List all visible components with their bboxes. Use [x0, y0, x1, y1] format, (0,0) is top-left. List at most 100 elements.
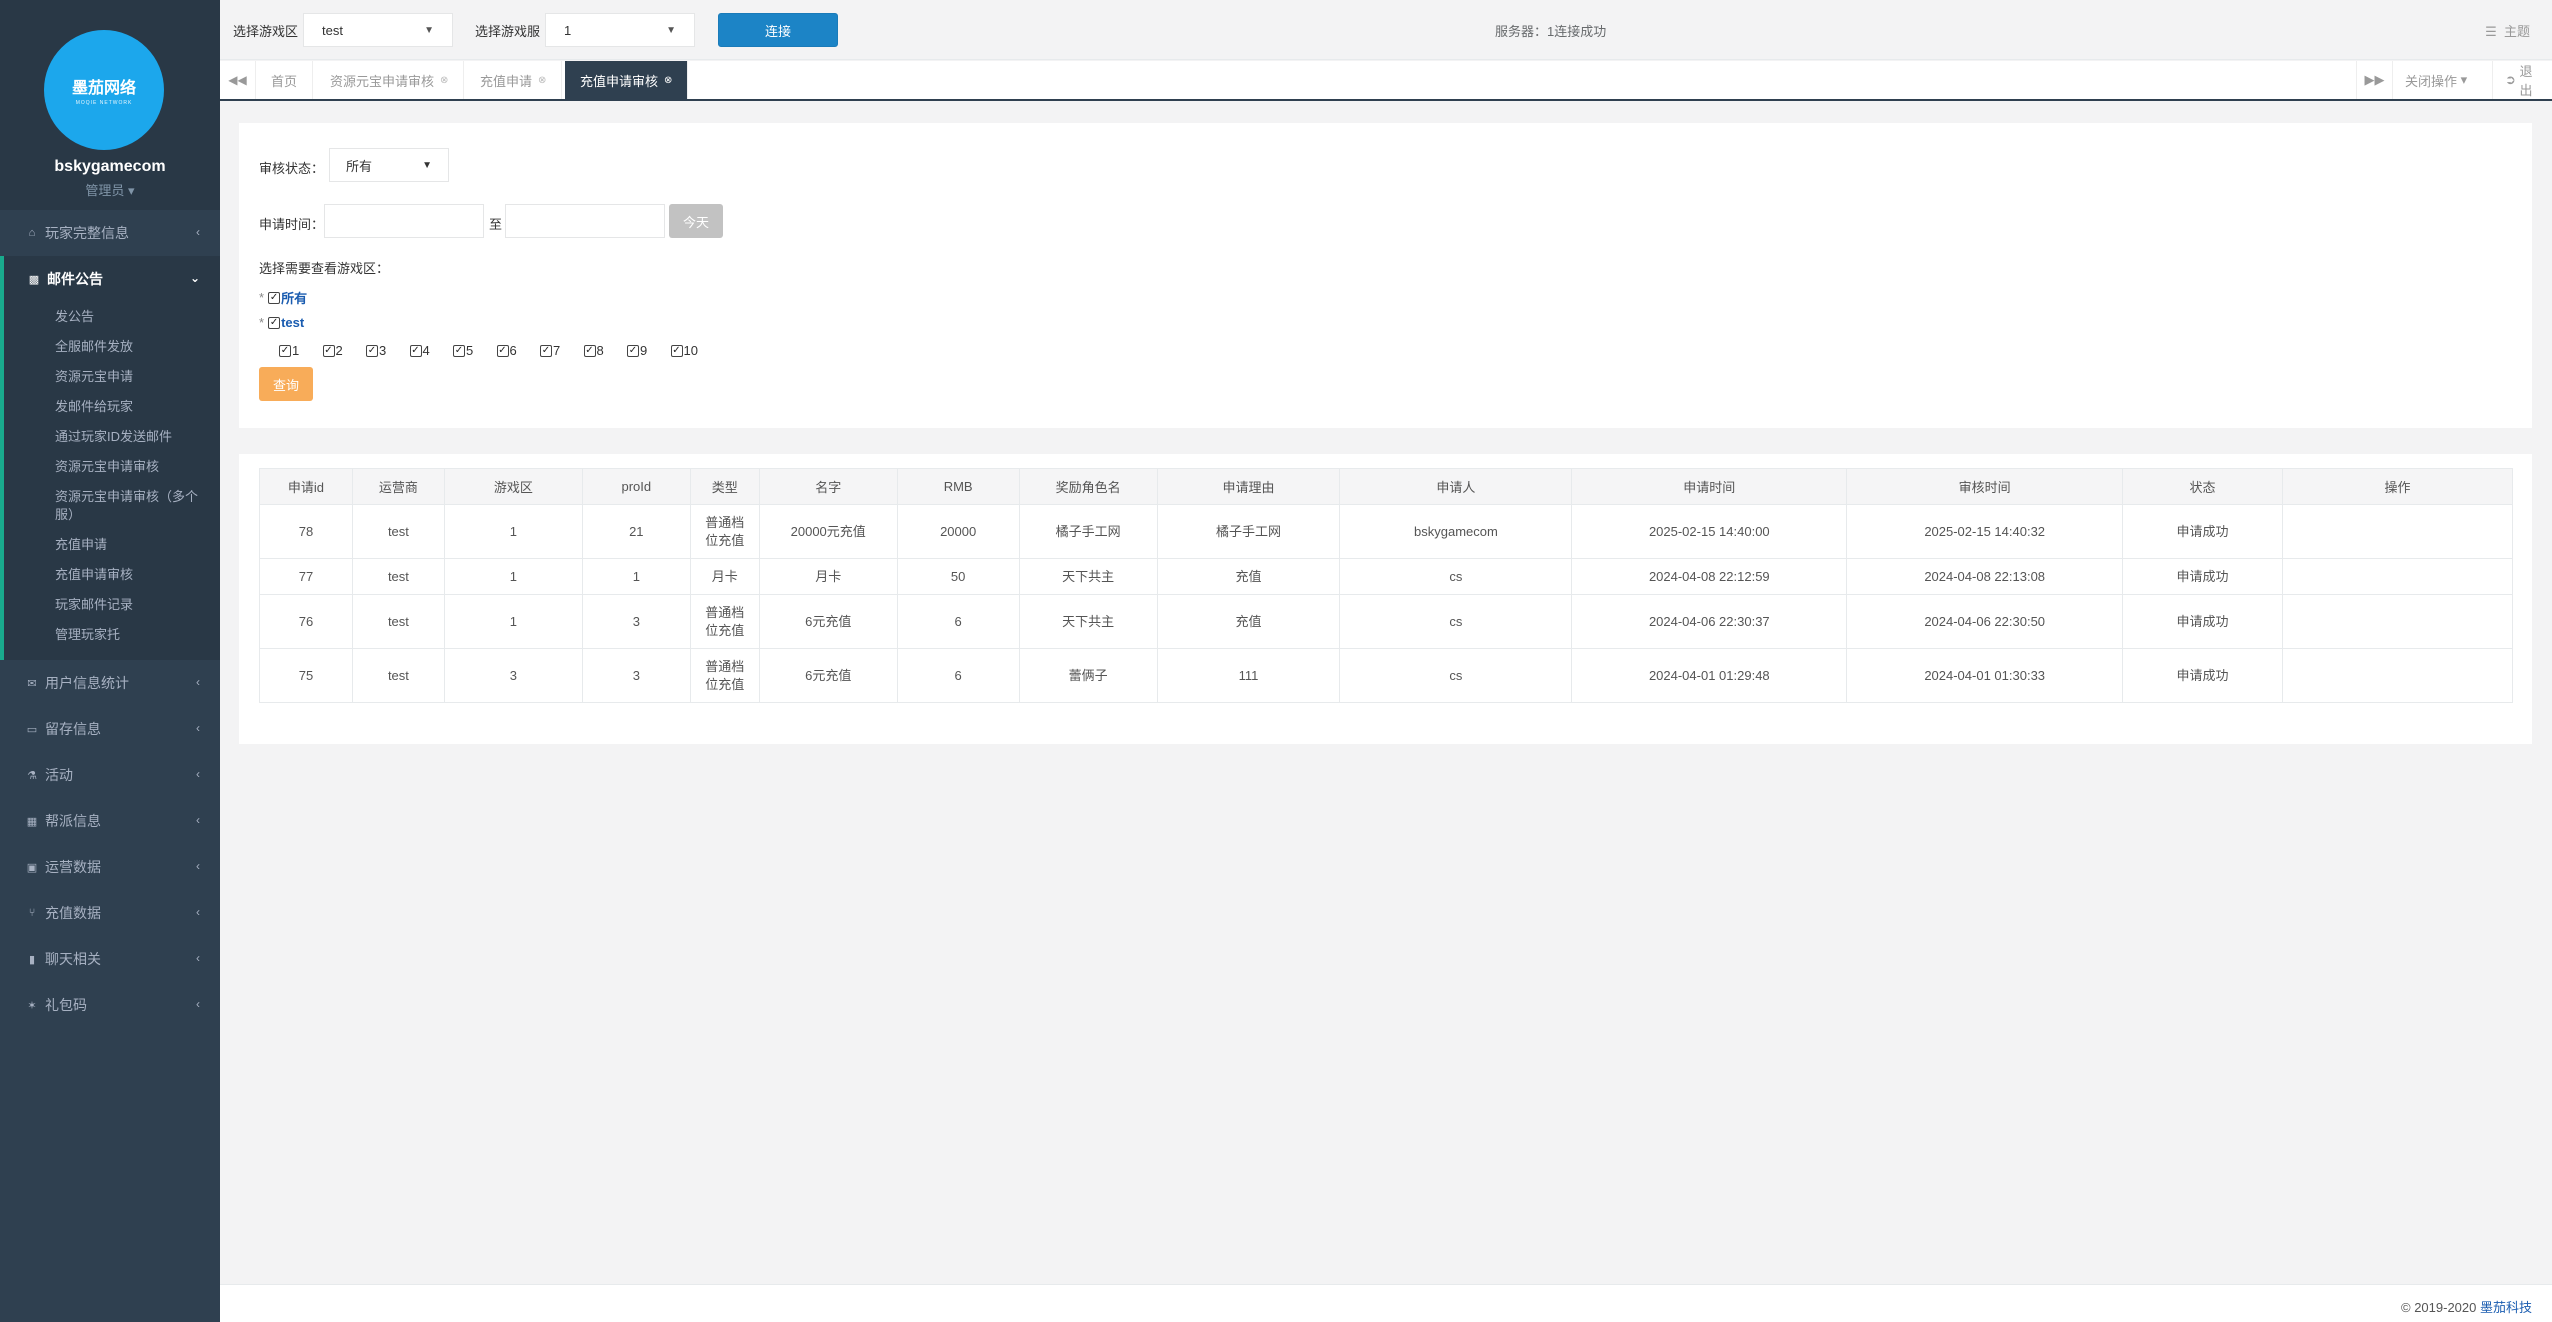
- tab-label: 首页: [271, 73, 298, 89]
- submenu-item[interactable]: 资源元宝申请: [4, 362, 220, 392]
- all-zones-checkbox[interactable]: ✓: [268, 291, 281, 304]
- server-checkbox[interactable]: ✓: [366, 344, 378, 357]
- nav-item[interactable]: ✶ 礼包码 ‹: [0, 982, 220, 1028]
- nav-item[interactable]: ⌂ 玩家完整信息 ‹: [0, 210, 220, 256]
- table-cell: 2025-02-15 14:40:00: [1571, 504, 1848, 559]
- tab-home[interactable]: 首页: [256, 61, 314, 99]
- tab-recharge-audit[interactable]: 充值申请审核 ⊗: [565, 61, 689, 99]
- server-checkbox[interactable]: ✓: [670, 344, 683, 357]
- nav-item-mail-notice[interactable]: ▩ 邮件公告 ⌄: [4, 256, 220, 302]
- nav-item[interactable]: ▮ 聊天相关 ‹: [0, 936, 220, 982]
- table-cell: 申请成功: [2122, 504, 2284, 559]
- status-select[interactable]: 所有 ▼: [329, 148, 449, 182]
- table-cell: 75: [259, 648, 353, 703]
- time-label: 申请时间：: [259, 217, 325, 232]
- table-cell: 2025-02-15 14:40:32: [1846, 504, 2124, 559]
- submenu-item[interactable]: 发邮件给玩家: [4, 392, 220, 422]
- close-icon[interactable]: ⊗: [440, 75, 448, 86]
- submenu-item[interactable]: 通过玩家ID发送邮件: [4, 422, 220, 452]
- query-button[interactable]: 查询: [259, 367, 313, 401]
- nav-item[interactable]: ▭ 留存信息 ‹: [0, 706, 220, 752]
- close-icon[interactable]: ⊗: [664, 75, 672, 86]
- chevron-left-icon: ‹: [196, 951, 200, 965]
- zone-select[interactable]: test ▼: [303, 13, 453, 47]
- server-checkbox[interactable]: ✓: [279, 344, 291, 357]
- column-header: 类型: [689, 468, 760, 505]
- nav-item[interactable]: ▦ 帮派信息 ‹: [0, 798, 220, 844]
- table-cell: 50: [896, 558, 1020, 595]
- role-dropdown[interactable]: 管理员 ▾: [0, 180, 220, 199]
- server-checkbox-label: 2: [335, 343, 343, 358]
- close-operations-dropdown[interactable]: 关闭操作 ▾: [2392, 61, 2492, 99]
- submenu-item[interactable]: 全服邮件发放: [4, 332, 220, 362]
- server-checkbox[interactable]: ✓: [409, 344, 422, 357]
- close-icon[interactable]: ⊗: [538, 75, 546, 86]
- submenu: 发公告 全服邮件发放 资源元宝申请 发邮件给玩家 通过玩家ID发送邮件 资源元宝申请审核资…: [4, 302, 220, 660]
- table-cell: cs: [1339, 558, 1573, 595]
- tree-bullet: *: [259, 315, 265, 330]
- table-row[interactable]: 75 test 3 3 普通档位充值 6元充值 6 蕾俩子 111 cs 2024-04-01 01…: [259, 648, 2513, 703]
- table-cell: [2282, 648, 2513, 703]
- picture-icon: ▣: [26, 861, 38, 874]
- server-checkbox[interactable]: ✓: [322, 344, 335, 357]
- tabs-scroll-right-button[interactable]: ▶▶: [2356, 61, 2392, 99]
- tab-resource-audit[interactable]: 资源元宝申请审核 ⊗: [315, 61, 465, 99]
- nav-item-label: 邮件公告: [47, 271, 103, 287]
- server-select[interactable]: 1 ▼: [545, 13, 695, 47]
- logout-button[interactable]: ➲ 退出: [2492, 61, 2552, 99]
- submenu-item[interactable]: 资源元宝申请审核: [4, 452, 220, 482]
- chevron-down-icon: ▼: [666, 24, 676, 36]
- table-cell: 天下共主: [1018, 594, 1158, 649]
- end-date-input[interactable]: [505, 204, 665, 238]
- server-checkbox-label: 3: [379, 343, 387, 358]
- submenu-item[interactable]: 发公告: [4, 302, 220, 332]
- today-button[interactable]: 今天: [669, 204, 723, 238]
- caret-down-icon: ▾: [2457, 72, 2468, 87]
- server-checkbox-item: ✓ 8: [583, 343, 604, 358]
- connect-button[interactable]: 连接: [718, 13, 838, 47]
- theme-button[interactable]: ☰ 主题: [2485, 21, 2530, 40]
- table-cell: 76: [259, 594, 353, 649]
- test-zone-checkbox[interactable]: ✓: [268, 316, 281, 329]
- nav-item-label: 充值数据: [45, 905, 101, 921]
- results-table: 申请id 运营商 游戏区 proId 类型 名字 RMB 奖励角色名 申请理由 申请人 申请时间 审核…: [259, 468, 2513, 703]
- server-checkbox[interactable]: ✓: [627, 344, 639, 357]
- table-cell: 天下共主: [1018, 558, 1158, 595]
- submenu-item[interactable]: 玩家邮件记录: [4, 590, 220, 620]
- status-label: 审核状态：: [259, 161, 325, 176]
- all-zones-label[interactable]: 所有: [281, 288, 307, 307]
- book-icon: ▮: [28, 953, 36, 966]
- submenu-item[interactable]: 充值申请: [4, 530, 220, 560]
- server-checkbox[interactable]: ✓: [453, 344, 465, 357]
- table-cell: 月卡: [689, 558, 760, 595]
- submenu-item[interactable]: 管理玩家托: [4, 620, 220, 650]
- nav-item[interactable]: ⚗ 活动 ‹: [0, 752, 220, 798]
- server-checkbox-label: 5: [466, 343, 474, 358]
- table-row[interactable]: 76 test 1 3 普通档位充值 6元充值 6 天下共主 充值 cs 2024-04-06 22…: [259, 594, 2513, 649]
- start-date-input[interactable]: [324, 204, 484, 238]
- tab-recharge-apply[interactable]: 充值申请 ⊗: [465, 61, 563, 99]
- nav-item[interactable]: ▣ 运营数据 ‹: [0, 844, 220, 890]
- table-cell: bskygamecom: [1339, 504, 1573, 559]
- cutlery-icon: ⑂: [28, 907, 36, 919]
- test-zone-label[interactable]: test: [281, 315, 304, 330]
- server-checkbox[interactable]: ✓: [583, 344, 596, 357]
- table-row[interactable]: 78 test 1 21 普通档位充值 20000元充值 20000 橘子手工网 橘子手工网 bs…: [259, 504, 2513, 559]
- table-row[interactable]: 77 test 1 1 月卡 月卡 50 天下共主 充值 cs 2024-04-08 22:12:5…: [259, 558, 2513, 595]
- server-checkbox[interactable]: ✓: [540, 344, 552, 357]
- nav-item-label: 用户信息统计: [45, 675, 129, 691]
- nav-item[interactable]: ⑂ 充值数据 ‹: [0, 890, 220, 936]
- tabs-scroll-left-button[interactable]: ◀◀: [220, 61, 256, 99]
- server-checkbox-item: ✓ 10: [670, 343, 698, 358]
- sign-out-icon: ➲: [2505, 72, 2520, 87]
- submenu-item[interactable]: 资源元宝申请审核（多个服）: [4, 482, 220, 530]
- table-cell: 78: [259, 504, 353, 559]
- server-checkbox-item: ✓ 6: [496, 343, 517, 358]
- submenu-item[interactable]: 充值申请审核: [4, 560, 220, 590]
- topbar: 选择游戏区 test ▼ 选择游戏服 1 ▼ 连接 服务器：1连接成功 ☰ 主题: [220, 0, 2552, 60]
- server-checkbox[interactable]: ✓: [496, 344, 509, 357]
- server-checkbox-item: ✓ 5: [453, 343, 473, 358]
- brand-link[interactable]: 墨茄科技: [2480, 1300, 2532, 1315]
- table-icon: ▦: [26, 815, 38, 828]
- nav-item[interactable]: ✉ 用户信息统计 ‹: [0, 660, 220, 706]
